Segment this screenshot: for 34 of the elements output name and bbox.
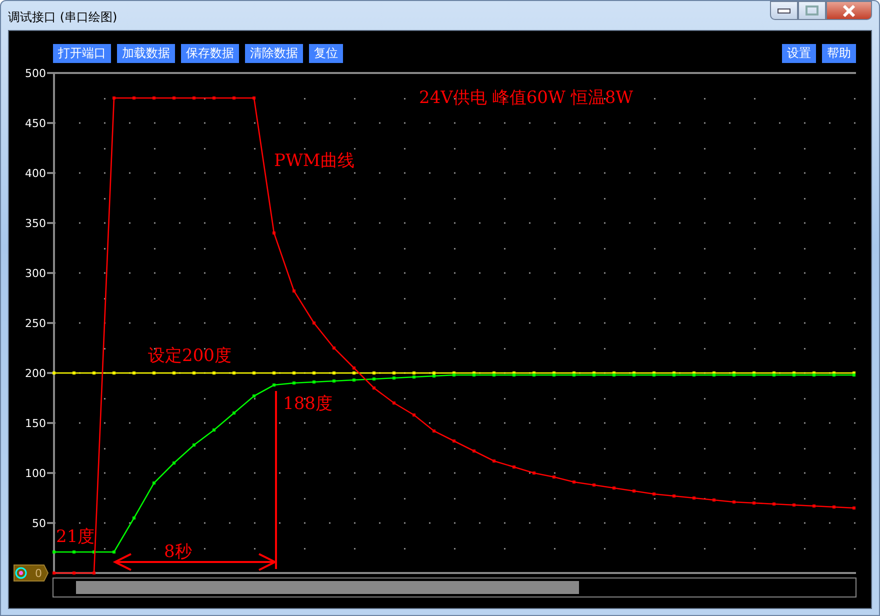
annotation-label: PWM曲线 — [274, 151, 354, 171]
annotation-label: 188度 — [283, 394, 332, 414]
annotation-label: 21度 — [56, 527, 95, 547]
axis-label: 100 — [25, 467, 46, 480]
minimize-icon — [777, 8, 791, 14]
toolbar-button[interactable]: 帮助 — [822, 44, 856, 63]
horizontal-scrollbar[interactable] — [52, 578, 856, 598]
axis-label: 500 — [25, 67, 46, 80]
toolbar-button[interactable]: 加载数据 — [117, 44, 175, 63]
toolbar-button[interactable]: 保存数据 — [181, 44, 239, 63]
maximize-button[interactable] — [798, 1, 826, 20]
axis-label: 50 — [32, 517, 46, 530]
axis-label: 300 — [25, 267, 46, 280]
toolbar-button[interactable]: 复位 — [309, 44, 343, 63]
annotation-label: 8秒 — [164, 542, 192, 562]
annotation-label: 24V供电 峰值60W 恒温8W — [419, 88, 634, 108]
annotation-label: 设定200度 — [148, 346, 232, 366]
window-title: 调试接口 (串口绘图) — [8, 9, 118, 26]
axis-label: 250 — [25, 317, 46, 330]
axis-label: 450 — [25, 117, 46, 130]
scrollbar-thumb[interactable] — [76, 581, 579, 594]
axis-label: 150 — [25, 417, 46, 430]
axis-label: 350 — [25, 217, 46, 230]
toolbar-button[interactable]: 设置 — [782, 44, 816, 63]
axis-label: 400 — [25, 167, 46, 180]
badge-value: 0 — [35, 567, 42, 580]
close-icon — [842, 4, 856, 16]
minimize-button[interactable] — [770, 1, 798, 20]
toolbar-button[interactable]: 打开端口 — [53, 44, 111, 63]
toolbar-button[interactable]: 清除数据 — [245, 44, 303, 63]
close-button[interactable] — [826, 1, 872, 20]
maximize-icon — [805, 5, 819, 16]
target-icon — [15, 567, 27, 579]
axis-label: 200 — [25, 367, 46, 380]
